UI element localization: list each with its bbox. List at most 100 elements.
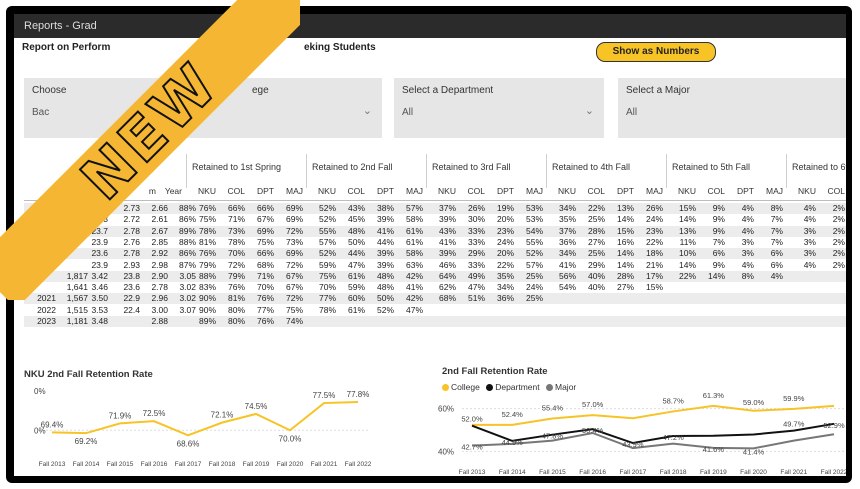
table-cell: 62%	[438, 282, 456, 293]
table-cell: 3%	[803, 248, 816, 259]
data-label: 42.7%	[461, 443, 483, 452]
table-cell: 52%	[318, 203, 336, 213]
column-header: MAJ	[646, 186, 663, 196]
table-cell: 22%	[645, 236, 663, 247]
table-cell: 41%	[438, 236, 456, 247]
table-cell: 75%	[318, 270, 336, 281]
x-tick-label: Fall 2022	[345, 461, 372, 468]
column-header: NKU	[678, 186, 696, 196]
table-cell: 2.88	[151, 316, 168, 326]
table-cell: 25%	[525, 293, 543, 304]
table-cell: 36%	[496, 293, 514, 304]
slicer-major-label: Select a Major	[626, 85, 690, 96]
group-header: Retained to 5th Fall	[672, 162, 751, 172]
table-cell: 33%	[467, 236, 485, 247]
retention-chart-title: 2nd Fall Retention Rate	[442, 366, 548, 377]
table-cell: 64%	[438, 270, 456, 281]
table-cell: 47%	[467, 282, 485, 293]
data-label: 74.5%	[245, 402, 268, 411]
table-cell: 11%	[679, 236, 696, 247]
table-cell: 27%	[616, 282, 634, 293]
table-cell: 41%	[376, 225, 394, 236]
data-label: 61.3%	[703, 392, 725, 400]
table-cell: 24%	[525, 282, 543, 293]
data-label: 43.9%	[622, 440, 644, 449]
y-tick-label: 0%	[34, 387, 46, 396]
table-cell: 22%	[496, 259, 514, 270]
table-cell: 2%	[832, 236, 845, 247]
data-label: 57.0%	[582, 400, 604, 409]
data-label: 52.9%	[823, 421, 845, 430]
data-label: 69.4%	[41, 420, 64, 429]
table-cell: 14%	[707, 270, 725, 281]
table-cell: 14%	[678, 214, 696, 225]
x-tick-label: Fall 2013	[459, 469, 486, 476]
slicer-department[interactable]: Select a Department All ⌄	[394, 78, 604, 138]
table-cell: 2%	[832, 214, 845, 225]
table-cell: 35%	[496, 270, 514, 281]
table-cell: 2%	[832, 259, 845, 270]
table-cell: 46%	[438, 259, 456, 270]
table-cell: 10%	[678, 248, 696, 259]
table-cell: 34%	[558, 248, 576, 259]
slicer-major-value: All	[626, 107, 638, 118]
table-cell: 4%	[741, 203, 754, 213]
data-label: 55.4%	[542, 403, 564, 412]
table-cell: 57%	[405, 203, 423, 213]
table-cell: 35%	[558, 214, 576, 225]
table-cell: 3.53	[91, 304, 108, 315]
legend-department-marker	[486, 384, 494, 391]
table-cell: 22.4	[123, 304, 140, 315]
table-cell: 7%	[770, 236, 783, 247]
table-cell: 26%	[467, 203, 485, 213]
table-cell: 56%	[558, 270, 576, 281]
y-tick-label: 40%	[438, 447, 454, 456]
table-cell: 44%	[376, 236, 394, 247]
table-cell: 58%	[405, 214, 423, 225]
slicer-major[interactable]: Select a Major All	[618, 78, 846, 138]
new-banner-text: NEW	[67, 48, 233, 214]
x-tick-label: Fall 2020	[740, 469, 767, 476]
show-as-numbers-button[interactable]: Show as Numbers	[596, 42, 716, 62]
table-cell: 3%	[803, 225, 816, 236]
table-cell: 6%	[770, 259, 783, 270]
table-cell: 13%	[678, 225, 696, 236]
table-cell: 3%	[741, 248, 754, 259]
table-cell: 14%	[616, 248, 634, 259]
table-cell: 45%	[347, 214, 365, 225]
group-separator	[546, 154, 547, 188]
x-tick-label: Fall 2018	[209, 461, 236, 468]
table-cell: 28%	[616, 270, 634, 281]
table-cell: 29%	[467, 248, 485, 259]
column-header: MAJ	[526, 186, 543, 196]
legend-department-label: Department	[495, 382, 540, 392]
table-cell: 14%	[616, 259, 634, 270]
table-cell: 25%	[587, 248, 605, 259]
data-label: 52.4%	[502, 410, 524, 419]
table-cell: 57%	[318, 236, 336, 247]
column-header: DPT	[377, 186, 394, 196]
table-cell: 14%	[616, 214, 634, 225]
data-label: 52.0%	[461, 415, 483, 424]
legend-major-label: Major	[555, 382, 577, 392]
table-cell: 90%	[198, 304, 216, 315]
table-cell: 36%	[558, 236, 576, 247]
table-cell: 52%	[376, 304, 394, 315]
column-header: COL	[347, 186, 365, 196]
new-banner: NEW	[0, 0, 300, 300]
table-cell: 7%	[712, 236, 725, 247]
x-tick-label: Fall 2019	[243, 461, 270, 468]
table-cell: 9%	[712, 203, 725, 213]
group-header: Retained to 4th Fall	[552, 162, 631, 172]
table-cell: 47%	[347, 259, 365, 270]
column-header: DPT	[617, 186, 634, 196]
data-label: 71.9%	[109, 411, 132, 420]
table-cell: 50%	[376, 293, 394, 304]
table-cell: 3.00	[151, 304, 168, 315]
x-tick-label: Fall 2015	[107, 461, 134, 468]
table-cell: 37%	[558, 225, 576, 236]
table-cell: 76%	[256, 316, 274, 326]
table-cell: 6%	[770, 248, 783, 259]
legend-college-marker	[442, 384, 449, 391]
table-cell: 4%	[741, 225, 754, 236]
